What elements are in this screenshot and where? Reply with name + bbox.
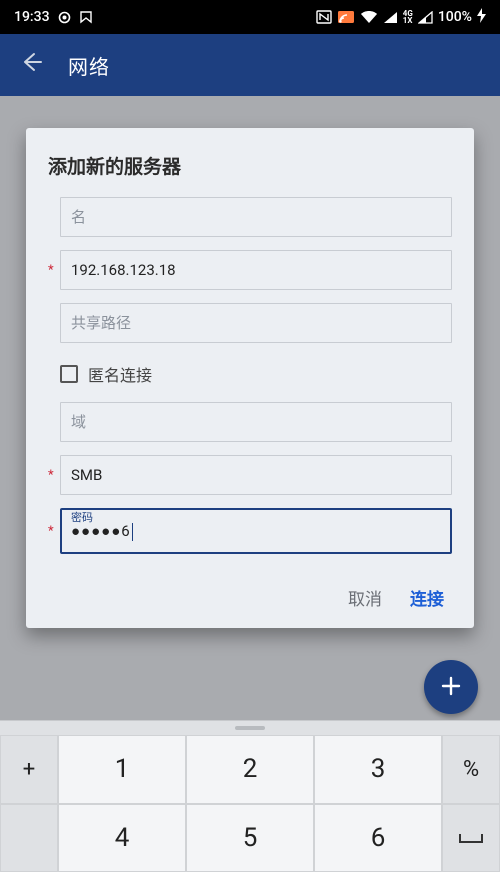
cast-icon — [337, 10, 355, 24]
status-right: 4G1X 100% — [316, 8, 486, 27]
password-input[interactable]: ●●●●●6 — [60, 508, 452, 554]
password-field[interactable]: 密码 ●●●●●6 — [60, 508, 452, 554]
add-server-dialog: 添加新的服务器 * 匿名连接 * * 密码 — [26, 128, 474, 628]
key-5[interactable]: 5 — [186, 804, 314, 872]
share-path-input[interactable] — [60, 303, 452, 343]
numeric-keyboard: + 1 2 3 % 4 5 6 — [0, 720, 500, 872]
page-title: 网络 — [68, 51, 110, 80]
key-6[interactable]: 6 — [314, 804, 442, 872]
status-left: 19:33 — [14, 9, 93, 25]
required-asterisk: * — [48, 468, 58, 483]
app-indicator-icon — [79, 10, 93, 24]
key-percent[interactable]: % — [442, 735, 500, 804]
required-asterisk: * — [48, 263, 58, 278]
dialog-actions: 取消 连接 — [48, 567, 452, 614]
cancel-button[interactable]: 取消 — [348, 585, 382, 610]
key-2[interactable]: 2 — [186, 735, 314, 804]
add-fab[interactable] — [424, 660, 478, 714]
server-name-input[interactable] — [60, 197, 452, 237]
keyboard-handle-icon — [235, 726, 265, 730]
plus-icon — [440, 671, 462, 704]
charging-icon — [477, 8, 486, 27]
text-cursor — [132, 523, 133, 541]
server-ip-input[interactable] — [60, 250, 452, 290]
key-space[interactable] — [442, 804, 500, 872]
status-time: 19:33 — [14, 9, 50, 25]
wifi-icon — [360, 10, 378, 24]
nfc-icon — [316, 10, 332, 24]
username-input[interactable] — [60, 455, 452, 495]
back-button[interactable] — [20, 51, 42, 79]
network-type-icon: 4G1X — [403, 10, 413, 24]
key-side-blank[interactable] — [0, 804, 58, 872]
key-3[interactable]: 3 — [314, 735, 442, 804]
key-plus[interactable]: + — [0, 735, 58, 804]
keyboard-handle-area[interactable] — [0, 721, 500, 735]
required-asterisk: * — [48, 524, 58, 539]
key-4[interactable]: 4 — [58, 804, 186, 872]
signal-icon — [383, 11, 398, 24]
app-background: 19:33 4G1X — [0, 0, 500, 872]
status-bar: 19:33 4G1X — [0, 0, 500, 34]
anonymous-checkbox[interactable] — [60, 365, 78, 383]
record-icon — [58, 11, 71, 24]
anonymous-label: 匿名连接 — [88, 362, 152, 386]
battery-text: 100% — [438, 9, 472, 25]
connect-button[interactable]: 连接 — [410, 585, 444, 610]
app-bar: 网络 — [0, 34, 500, 96]
password-value: ●●●●●6 — [71, 522, 131, 540]
dialog-title: 添加新的服务器 — [48, 152, 452, 179]
domain-input[interactable] — [60, 402, 452, 442]
signal2-icon — [418, 11, 433, 24]
key-1[interactable]: 1 — [58, 735, 186, 804]
